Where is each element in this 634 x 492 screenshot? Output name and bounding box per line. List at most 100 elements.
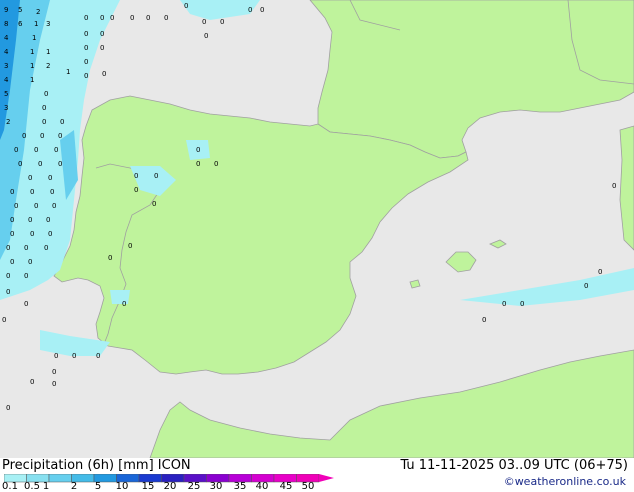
precip-value: 0: [152, 200, 156, 208]
precip-value: 0: [248, 6, 252, 14]
precip-value: 4: [4, 76, 9, 84]
legend-label: 45: [279, 481, 293, 492]
precip-value: 0: [48, 174, 52, 182]
legend-label: 1: [42, 481, 50, 492]
legend-label: 15: [141, 481, 155, 492]
precip-value: 0: [134, 186, 138, 194]
precip-value: 0: [6, 288, 10, 296]
precip-value: 1: [30, 62, 34, 70]
precip-value: 1: [30, 76, 34, 84]
precip-value: 1: [34, 20, 38, 28]
precip-value: 0: [30, 230, 34, 238]
precip-value: 0: [110, 14, 114, 22]
precip-value: 0: [28, 174, 32, 182]
precip-value: 0: [520, 300, 524, 308]
precip-value: 0: [48, 230, 52, 238]
precip-value: 0: [100, 14, 104, 22]
precip-value: 0: [24, 244, 28, 252]
precip-value: 0: [2, 316, 6, 324]
precip-value: 2: [6, 118, 10, 126]
precip-value: 0: [44, 90, 48, 98]
precip-value: 0: [100, 44, 104, 52]
precip-value: 0: [584, 282, 588, 290]
precip-value: 0: [40, 132, 44, 140]
precip-value: 0: [122, 300, 126, 308]
map-title: Precipitation (6h) [mm] ICON: [2, 458, 191, 473]
precip-value: 0: [130, 14, 134, 22]
precip-value: 5: [18, 6, 22, 14]
precip-value: 5: [4, 90, 8, 98]
precip-value: 6: [18, 20, 23, 28]
precip-value: 0: [34, 202, 38, 210]
precip-value: 0: [84, 58, 88, 66]
precip-value: 0: [502, 300, 506, 308]
precip-value: 8: [4, 20, 8, 28]
precipitation-map[interactable]: 9586443453213111121102000000000000000000…: [0, 0, 634, 458]
footer: Precipitation (6h) [mm] ICON Tu 11-11-20…: [0, 458, 634, 492]
precip-value: 0: [24, 300, 28, 308]
precip-value: 0: [52, 368, 56, 376]
precip-value: 0: [54, 352, 58, 360]
precip-value: 0: [214, 160, 218, 168]
precip-value: 0: [108, 254, 112, 262]
precip-value: 0: [24, 272, 28, 280]
precip-value: 0: [28, 258, 32, 266]
precip-value: 0: [14, 202, 18, 210]
precip-value: 0: [612, 182, 616, 190]
precip-value: 0: [154, 172, 158, 180]
precip-value: 0: [42, 104, 46, 112]
precip-value: 3: [4, 62, 8, 70]
precip-value: 1: [46, 48, 50, 56]
precip-value: 0: [164, 14, 168, 22]
precip-value: 0: [96, 352, 100, 360]
precip-value: 0: [28, 216, 32, 224]
precip-value: 0: [44, 244, 48, 252]
precip-value: 0: [72, 352, 76, 360]
precip-value: 0: [84, 44, 88, 52]
precip-value: 0: [196, 146, 200, 154]
precip-value: 0: [10, 188, 14, 196]
precip-value: 0: [10, 230, 14, 238]
precip-value: 0: [22, 132, 26, 140]
precip-value: 4: [4, 34, 9, 42]
precip-value: 0: [84, 72, 88, 80]
precip-value: 0: [6, 272, 10, 280]
copyright-link[interactable]: ©weatheronline.co.uk: [504, 475, 626, 488]
precip-value: 0: [18, 160, 22, 168]
precip-value: 0: [52, 380, 56, 388]
legend-label: 5: [94, 481, 102, 492]
precip-value: 0: [34, 146, 38, 154]
precip-value: 0: [10, 258, 14, 266]
precip-value: 0: [6, 404, 10, 412]
precip-value: 0: [30, 188, 34, 196]
precip-value: 0: [482, 316, 486, 324]
precip-value: 0: [196, 160, 200, 168]
precip-value: 3: [4, 104, 8, 112]
precip-value: 0: [10, 216, 14, 224]
precip-value: 0: [128, 242, 132, 250]
precip-value: 0: [14, 146, 18, 154]
precip-value: 0: [46, 216, 50, 224]
precip-value: 1: [66, 68, 70, 76]
precip-value: 0: [102, 70, 106, 78]
precip-value: 0: [598, 268, 602, 276]
legend-label: 20: [163, 481, 177, 492]
legend-label: 50: [301, 481, 315, 492]
precip-value: 0: [202, 18, 206, 26]
precip-value: 2: [36, 8, 40, 16]
precip-value: 4: [4, 48, 9, 56]
precip-value: 2: [46, 62, 50, 70]
precip-value: 1: [32, 34, 36, 42]
precip-value: 0: [58, 160, 62, 168]
precip-value: 9: [4, 6, 8, 14]
precip-value: 0: [50, 188, 54, 196]
precip-value: 0: [260, 6, 264, 14]
precip-value: 0: [54, 146, 58, 154]
precip-value: 0: [84, 14, 88, 22]
legend-label: 0.1: [2, 481, 18, 492]
legend-label: 25: [187, 481, 201, 492]
precip-value: 0: [58, 132, 62, 140]
precip-value: 0: [6, 244, 10, 252]
legend-label: 10: [115, 481, 129, 492]
precip-value: 0: [220, 18, 224, 26]
